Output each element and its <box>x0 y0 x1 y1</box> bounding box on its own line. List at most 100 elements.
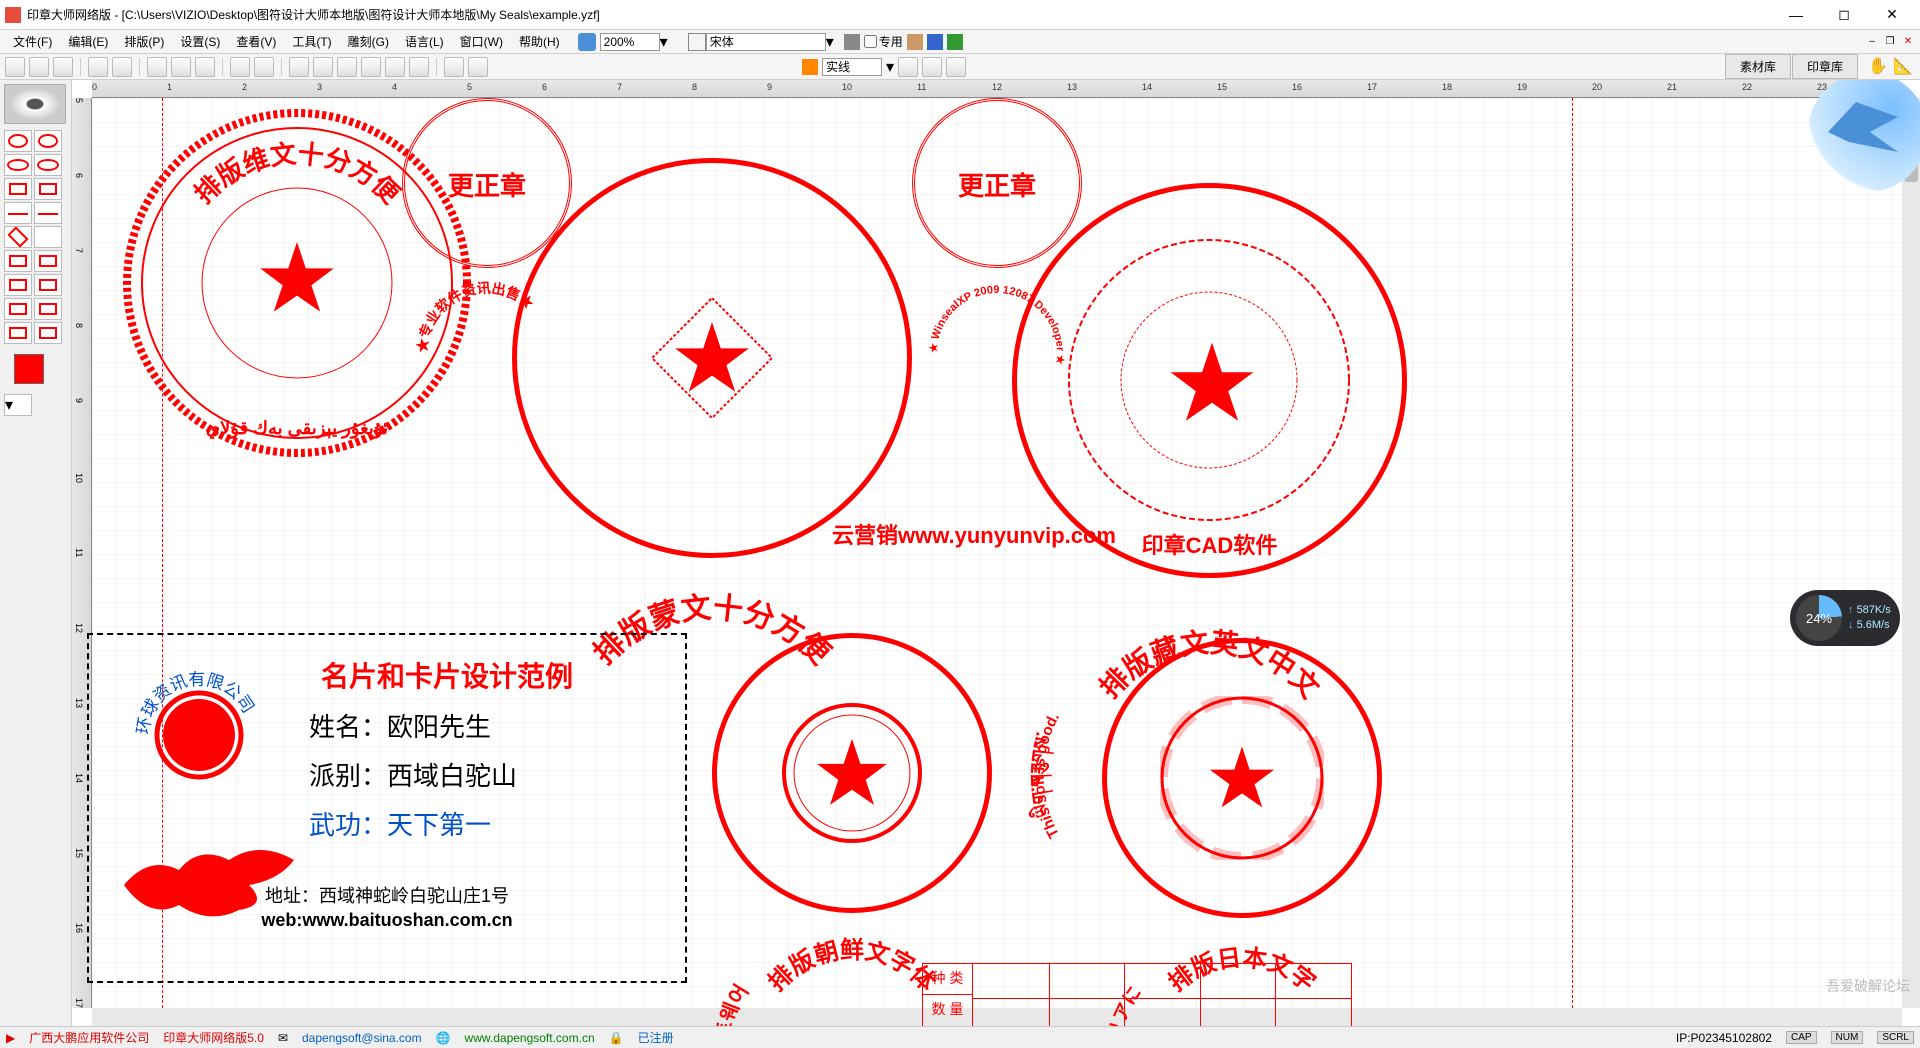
font-icon <box>688 33 706 51</box>
window-title: 印章大师网络版 - [C:\Users\VIZIO\Desktop\图符设计大师… <box>27 6 1773 23</box>
seal-japanese[interactable]: 排版日本文字 テキストエリアに <box>1102 638 1382 918</box>
tb-align-r[interactable] <box>337 57 357 77</box>
line-weight-3[interactable] <box>946 57 966 77</box>
hand-tool-icon[interactable]: ✋ <box>1868 56 1890 78</box>
tb-undo[interactable] <box>230 57 250 77</box>
canvas[interactable]: 云营销www.yunyunvip.com 排版维文十分方便 ئۇيغۇر يېز… <box>92 98 1902 1008</box>
zoom-icon <box>578 33 596 51</box>
line-weight-2[interactable] <box>922 57 942 77</box>
shape-ellipse[interactable] <box>34 154 62 176</box>
color-well[interactable] <box>14 354 44 384</box>
tb-align-b[interactable] <box>409 57 429 77</box>
menu-help[interactable]: 帮助(H) <box>511 30 568 53</box>
tb-align-m[interactable] <box>385 57 405 77</box>
card-faction: 派别：西域白驼山 <box>309 756 665 793</box>
shape-hline[interactable] <box>34 202 62 224</box>
shape-roundrect[interactable] <box>34 178 62 200</box>
shape-grid2[interactable] <box>34 274 62 296</box>
horizontal-ruler[interactable]: 0123456789101112131415161718192021222324… <box>92 80 1900 98</box>
font-input[interactable] <box>706 33 826 51</box>
tool-icon-4[interactable] <box>947 34 963 50</box>
titlebar: 印章大师网络版 - [C:\Users\VIZIO\Desktop\图符设计大师… <box>0 0 1920 30</box>
tb-preview[interactable] <box>112 57 132 77</box>
tb-paste[interactable] <box>195 57 215 77</box>
zoom-input[interactable] <box>600 33 660 51</box>
canvas-wrapper: 0123456789101112131415161718192021222324… <box>72 80 1920 1026</box>
menu-view[interactable]: 查看(V) <box>228 30 284 53</box>
shape-grid3[interactable] <box>4 298 32 320</box>
shape-circle[interactable] <box>4 130 32 152</box>
menu-window[interactable]: 窗口(W) <box>452 30 511 53</box>
tb-align-l[interactable] <box>289 57 309 77</box>
shape-rect[interactable] <box>4 178 32 200</box>
mdi-close-button[interactable]: ✕ <box>1901 35 1915 49</box>
play-icon: ▶ <box>6 1031 15 1045</box>
measure-tool-icon[interactable]: 📐 <box>1893 56 1915 78</box>
vertical-scrollbar[interactable] <box>1902 98 1920 1008</box>
shape-grid4[interactable] <box>34 298 62 320</box>
minimize-button[interactable]: — <box>1773 0 1819 30</box>
horse-icon <box>119 835 299 925</box>
special-checkbox[interactable]: 专用 <box>864 33 903 50</box>
card-skill: 武功：天下第一 <box>309 805 665 842</box>
shape-triangle[interactable] <box>34 226 62 248</box>
status-scrl: SCRL <box>1877 1031 1914 1044</box>
guide-right[interactable] <box>1572 98 1573 1008</box>
data-table[interactable]: 种 类 数 量 <box>922 963 1352 1026</box>
menu-settings[interactable]: 设置(S) <box>172 30 228 53</box>
font-dropdown-icon[interactable]: ▾ <box>826 32 834 52</box>
shape-ring[interactable] <box>34 130 62 152</box>
menu-file[interactable]: 文件(F) <box>5 30 60 53</box>
menu-typeset[interactable]: 排版(P) <box>116 30 172 53</box>
tb-new[interactable] <box>5 57 25 77</box>
menu-language[interactable]: 语言(L) <box>397 30 452 53</box>
tb-open[interactable] <box>29 57 49 77</box>
tb-redo[interactable] <box>254 57 274 77</box>
line-color-icon[interactable] <box>802 59 818 75</box>
mdi-restore-button[interactable]: ❐ <box>1883 35 1897 49</box>
seal-mongolian[interactable]: 排版蒙文十分方便 <box>512 158 912 558</box>
tb-cut[interactable] <box>147 57 167 77</box>
line-style-dropdown-icon[interactable]: ▾ <box>886 57 894 77</box>
seal-korean[interactable]: 排版朝鲜文字体 조은 소프트웨어 <box>712 633 992 913</box>
color-dropdown[interactable]: ▾ <box>4 394 32 416</box>
shape-grid5[interactable] <box>4 322 32 344</box>
mdi-minimize-button[interactable]: – <box>1865 35 1879 49</box>
toolbar: ▾ 素材库 印章库 ✋ 📐 <box>0 54 1920 80</box>
tb-align-c[interactable] <box>313 57 333 77</box>
material-library-tab[interactable]: 素材库 <box>1725 54 1791 79</box>
shape-table[interactable] <box>34 250 62 272</box>
shape-diamond[interactable] <box>4 226 32 248</box>
network-speed-widget[interactable]: 24% 587K/s5.6M/s <box>1790 590 1900 646</box>
business-card[interactable]: 环球资讯有限公司 名片和卡片设计范例 姓名：欧阳先生 派别：西域白驼山 武功：天… <box>87 633 687 983</box>
eye-preview <box>4 84 66 124</box>
tb-grid[interactable] <box>444 57 464 77</box>
line-style-input[interactable] <box>822 58 882 76</box>
menu-engrave[interactable]: 雕刻(G) <box>340 30 397 53</box>
shape-square[interactable] <box>4 250 32 272</box>
tb-copy[interactable] <box>171 57 191 77</box>
line-weight-1[interactable] <box>898 57 918 77</box>
status-site[interactable]: www.dapengsoft.com.cn <box>465 1031 595 1045</box>
tb-print[interactable] <box>88 57 108 77</box>
menu-tools[interactable]: 工具(T) <box>284 30 339 53</box>
tb-align-t[interactable] <box>361 57 381 77</box>
shape-oval[interactable] <box>4 154 32 176</box>
status-registered: 已注册 <box>638 1029 674 1046</box>
menubar: 文件(F) 编辑(E) 排版(P) 设置(S) 查看(V) 工具(T) 雕刻(G… <box>0 30 1920 54</box>
tool-icon-2[interactable] <box>907 34 923 50</box>
close-button[interactable]: ✕ <box>1869 0 1915 30</box>
status-email[interactable]: dapengsoft@sina.com <box>302 1031 422 1045</box>
tool-icon-3[interactable] <box>927 34 943 50</box>
shape-grid1[interactable] <box>4 274 32 296</box>
tb-save[interactable] <box>53 57 73 77</box>
maximize-button[interactable]: ◻ <box>1821 0 1867 30</box>
menu-edit[interactable]: 编辑(E) <box>60 30 116 53</box>
svg-text:This soft is good.: This soft is good. <box>1031 710 1063 841</box>
zoom-dropdown-icon[interactable]: ▾ <box>660 32 668 52</box>
tb-snap[interactable] <box>468 57 488 77</box>
seal-library-tab[interactable]: 印章库 <box>1792 54 1858 79</box>
shape-grid6[interactable] <box>34 322 62 344</box>
shape-line[interactable] <box>4 202 32 224</box>
tool-icon-1[interactable] <box>844 34 860 50</box>
